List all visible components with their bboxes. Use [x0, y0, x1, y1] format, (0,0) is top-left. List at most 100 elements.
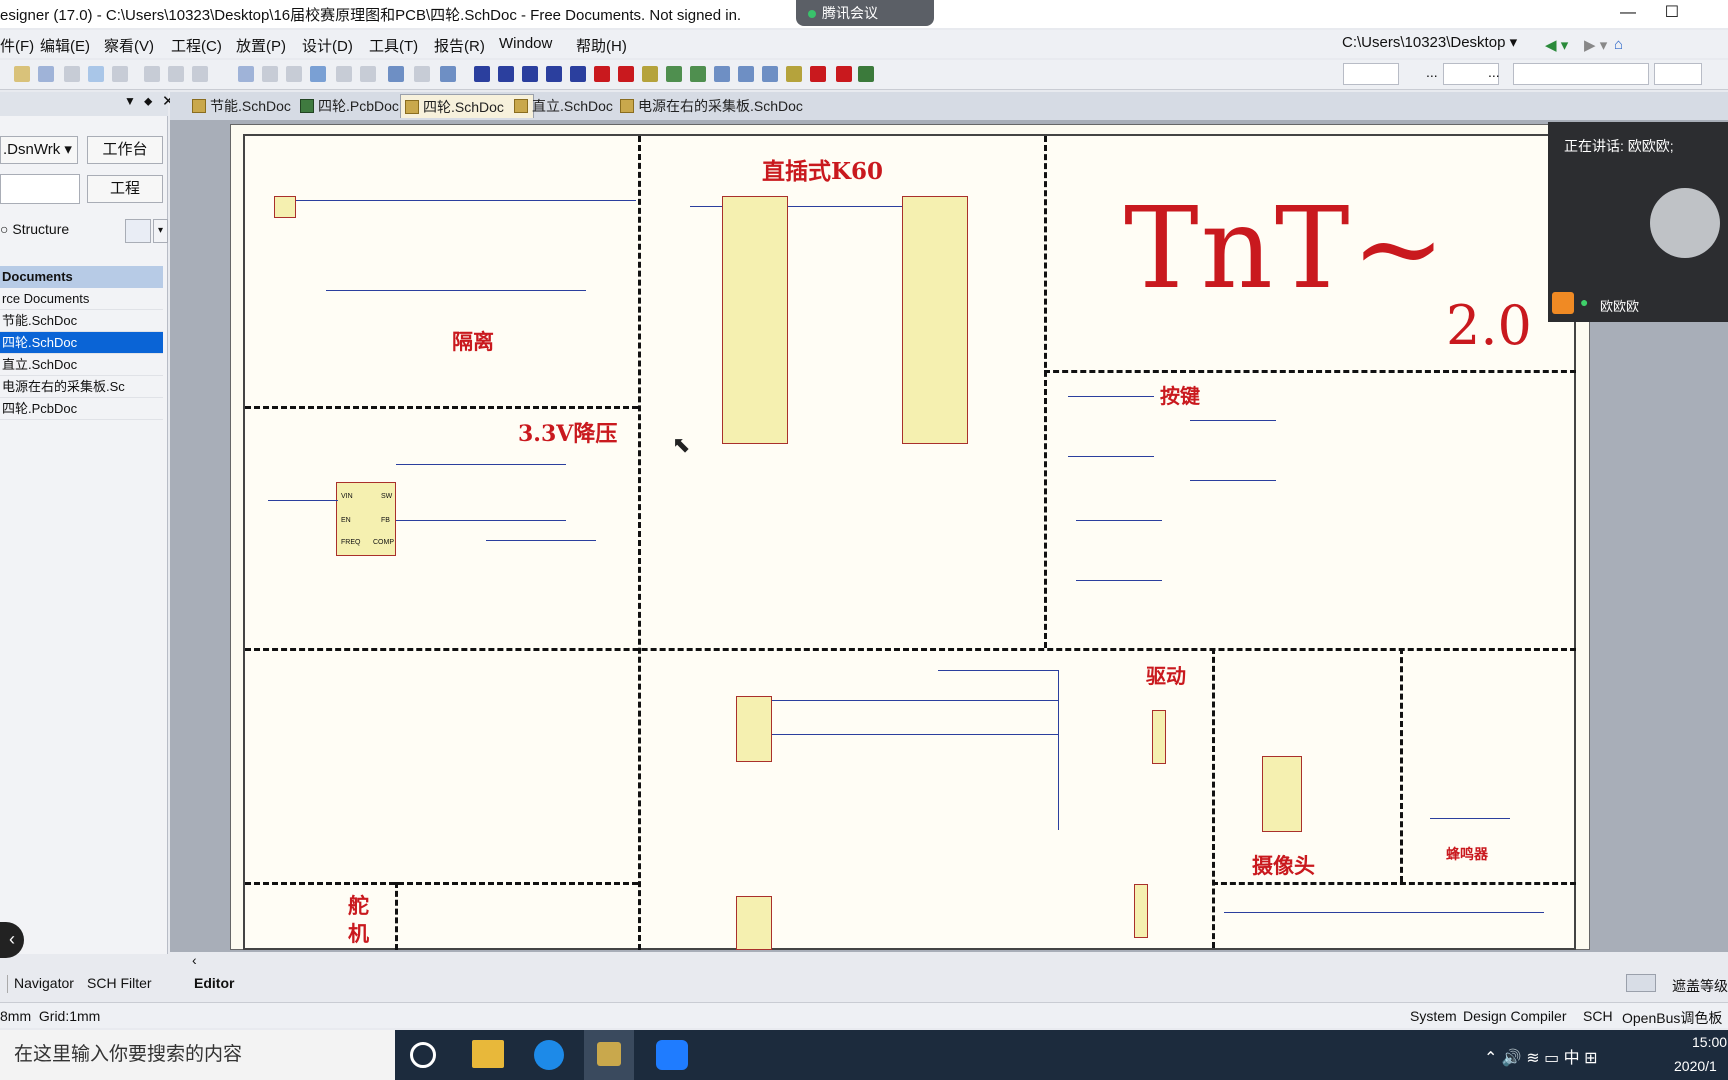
- chevron-down-icon[interactable]: ▾: [153, 219, 168, 243]
- undo-icon[interactable]: [336, 66, 352, 82]
- file-explorer-icon[interactable]: [472, 1040, 504, 1068]
- device-sheet-icon[interactable]: [714, 66, 730, 82]
- driver-chip-1[interactable]: [736, 696, 772, 762]
- video-overlay[interactable]: 正在讲话: 欧欧欧; ● 欧欧欧: [1548, 122, 1728, 322]
- zoom-combo[interactable]: [1343, 63, 1399, 85]
- menu-help[interactable]: 帮助(H): [576, 35, 627, 56]
- menu-project[interactable]: 工程(C): [171, 35, 222, 56]
- tab-caiji-sch[interactable]: 电源在右的采集板.SchDoc: [616, 94, 803, 118]
- mask-level-label[interactable]: 遮盖等级: [1672, 976, 1728, 996]
- menu-reports[interactable]: 报告(R): [434, 35, 485, 56]
- path-combo[interactable]: C:\Users\10323\Desktop ▾: [1342, 33, 1517, 51]
- project-options-icon[interactable]: [125, 219, 151, 243]
- power-connector[interactable]: [274, 196, 296, 218]
- menu-tools[interactable]: 工具(T): [369, 35, 418, 56]
- select-icon[interactable]: [238, 66, 254, 82]
- menu-view[interactable]: 察看(V): [104, 35, 154, 56]
- altium-app-icon[interactable]: [584, 1030, 634, 1080]
- regulator-chip[interactable]: VIN SW EN FB FREQ COMP: [336, 482, 396, 556]
- clear-filter-icon[interactable]: [310, 66, 326, 82]
- sheet-symbol-icon[interactable]: [666, 66, 682, 82]
- tree-row-zhili[interactable]: 直立.SchDoc: [0, 354, 163, 376]
- bus-entry-icon[interactable]: [546, 66, 562, 82]
- tree-row-silun-pcb[interactable]: 四轮.PcbDoc: [0, 398, 163, 420]
- panel-menu-icon[interactable]: ▼: [124, 94, 136, 108]
- menu-window[interactable]: Window: [499, 35, 552, 52]
- bus-icon[interactable]: [498, 66, 514, 82]
- scroll-left-icon[interactable]: ‹: [192, 952, 197, 968]
- no-erc-icon[interactable]: [810, 66, 826, 82]
- editor-tab[interactable]: Editor: [190, 971, 250, 995]
- tree-row-silun-sch[interactable]: 四轮.SchDoc: [0, 332, 163, 354]
- tree-header[interactable]: Documents: [0, 266, 163, 288]
- tree-row-jieneng[interactable]: 节能.SchDoc: [0, 310, 163, 332]
- tab-zhili-sch[interactable]: 直立.SchDoc: [510, 94, 613, 118]
- compile-mask-icon[interactable]: [836, 66, 852, 82]
- motor-connector-1[interactable]: [1152, 710, 1166, 764]
- status-system[interactable]: System: [1410, 1008, 1457, 1024]
- menu-design[interactable]: 设计(D): [302, 35, 353, 56]
- zoom-area-icon[interactable]: [112, 66, 128, 82]
- tab-silun-pcb[interactable]: 四轮.PcbDoc: [296, 94, 399, 118]
- pen-icon[interactable]: [858, 66, 874, 82]
- wire-icon[interactable]: [474, 66, 490, 82]
- horizontal-scrollbar[interactable]: ‹: [190, 952, 1728, 970]
- menu-edit[interactable]: 编辑(E): [40, 35, 90, 56]
- hierarchy-icon[interactable]: [388, 66, 404, 82]
- vcc-port-icon[interactable]: [618, 66, 634, 82]
- project-combo[interactable]: [0, 174, 80, 204]
- move-icon[interactable]: [262, 66, 278, 82]
- meeting-indicator[interactable]: 腾讯会议: [796, 0, 934, 26]
- k60-chip-left[interactable]: [722, 196, 788, 444]
- taskbar-search-input[interactable]: 在这里输入你要搜索的内容: [0, 1030, 395, 1080]
- back-icon[interactable]: ◀ ▾: [1545, 36, 1568, 54]
- gnd-port-icon[interactable]: [594, 66, 610, 82]
- harness-entry-icon[interactable]: [762, 66, 778, 82]
- paste-icon[interactable]: [192, 66, 208, 82]
- k60-chip-right[interactable]: [902, 196, 968, 444]
- part-icon[interactable]: [642, 66, 658, 82]
- camera-connector[interactable]: [1262, 756, 1302, 832]
- workspace-combo[interactable]: .DsnWrk ▾: [0, 136, 78, 164]
- forward-icon[interactable]: ▶ ▾: [1584, 36, 1607, 54]
- edge-browser-icon[interactable]: [534, 1040, 564, 1070]
- sheet-entry-icon[interactable]: [690, 66, 706, 82]
- zoom-icon[interactable]: [88, 66, 104, 82]
- print-icon[interactable]: [64, 66, 80, 82]
- motor-connector-2[interactable]: [1134, 884, 1148, 938]
- filter-icon[interactable]: [1626, 974, 1656, 992]
- copy-icon[interactable]: [168, 66, 184, 82]
- open-folder-icon[interactable]: [14, 66, 30, 82]
- menu-file[interactable]: 件(F): [0, 35, 34, 56]
- workspace-button[interactable]: 工作台: [87, 136, 163, 164]
- tab-sch-filter[interactable]: SCH Filter: [87, 975, 152, 991]
- variant-combo[interactable]: [1513, 63, 1649, 85]
- cross-probe-icon[interactable]: [286, 66, 302, 82]
- tab-projects[interactable]: [0, 975, 8, 993]
- component-icon[interactable]: [440, 66, 456, 82]
- port-icon[interactable]: [786, 66, 802, 82]
- ime-indicator[interactable]: 中: [1564, 1050, 1580, 1067]
- redo-icon[interactable]: [360, 66, 376, 82]
- tab-jieneng-sch[interactable]: 节能.SchDoc: [188, 94, 291, 118]
- structure-radio[interactable]: ○ Structure: [0, 221, 69, 237]
- status-design-compiler[interactable]: Design Compiler: [1463, 1008, 1566, 1024]
- status-openbus[interactable]: OpenBus调色板: [1622, 1008, 1722, 1028]
- signal-harness-icon[interactable]: [522, 66, 538, 82]
- clock-time[interactable]: 15:00: [1692, 1034, 1727, 1050]
- cut-icon[interactable]: [144, 66, 160, 82]
- home-icon[interactable]: ⌂: [1614, 36, 1623, 53]
- system-tray[interactable]: ⌃ 🔊 ≋ ▭ 中 ⊞: [1484, 1044, 1598, 1068]
- pin-icon[interactable]: ⬥: [144, 94, 152, 109]
- menu-place[interactable]: 放置(P): [236, 35, 286, 56]
- driver-chip-2[interactable]: [736, 896, 772, 950]
- clock-date[interactable]: 2020/1: [1674, 1058, 1717, 1074]
- cortana-icon[interactable]: [410, 1042, 436, 1068]
- save-icon[interactable]: [38, 66, 54, 82]
- maximize-button[interactable]: ☐: [1652, 0, 1692, 26]
- tree-row-caiji[interactable]: 电源在右的采集板.Sc: [0, 376, 163, 398]
- tab-navigator[interactable]: Navigator: [14, 975, 74, 991]
- browse-icon[interactable]: [414, 66, 430, 82]
- minimize-button[interactable]: —: [1608, 0, 1648, 26]
- project-button[interactable]: 工程: [87, 175, 163, 203]
